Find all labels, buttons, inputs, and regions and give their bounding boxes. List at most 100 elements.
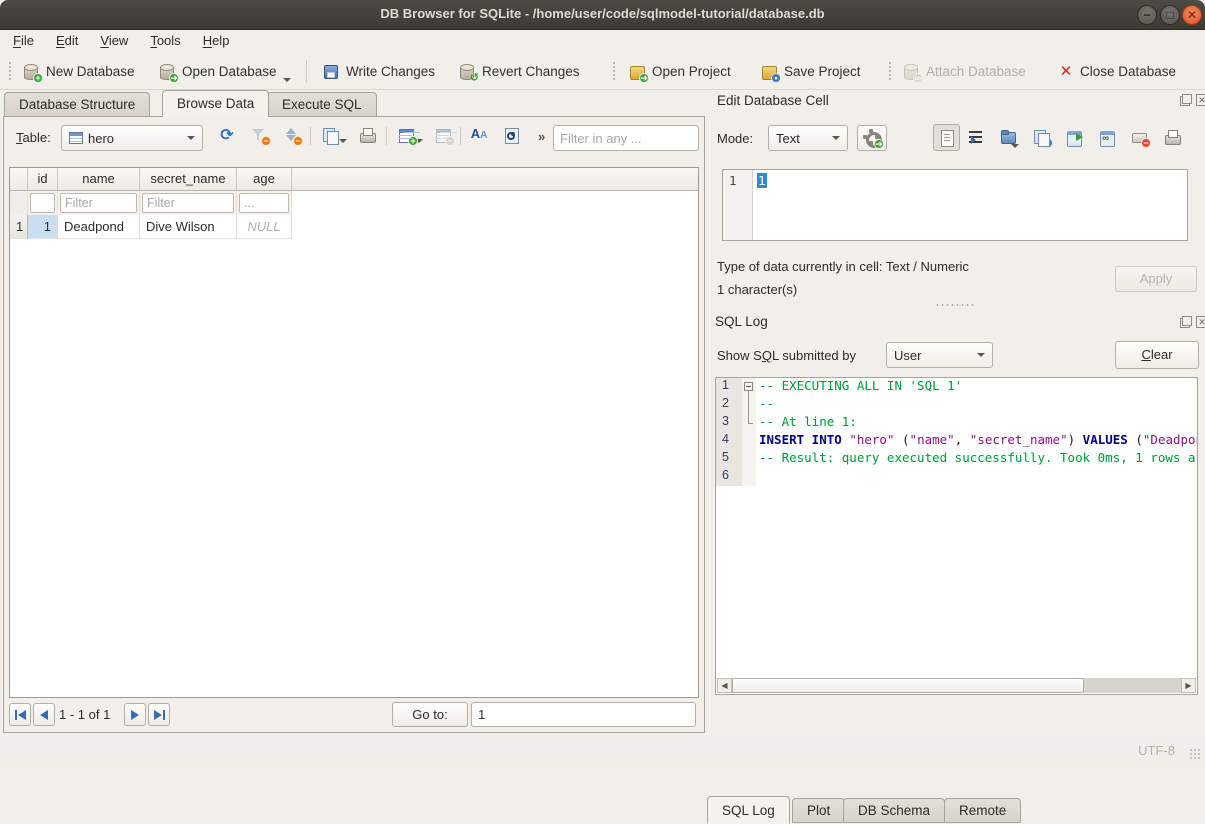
tab-execute-sql[interactable]: Execute SQL xyxy=(267,92,377,116)
dock-splitter-handle[interactable] xyxy=(935,303,975,307)
print-cell-button[interactable] xyxy=(1163,128,1181,149)
row-number[interactable]: 1 xyxy=(10,215,28,239)
filter-input-name[interactable] xyxy=(60,193,137,213)
word-wrap-icon xyxy=(967,128,985,146)
revert-changes-button[interactable]: ↺ Revert Changes xyxy=(452,57,586,86)
maximize-button[interactable]: □ xyxy=(1160,5,1180,25)
goto-input[interactable] xyxy=(471,702,696,727)
find-in-table-button[interactable] xyxy=(498,122,524,148)
clear-sorting-button[interactable]: − xyxy=(278,122,304,148)
clear-log-button[interactable]: Clear xyxy=(1115,341,1199,369)
encoding-label[interactable]: UTF-8 xyxy=(1138,743,1175,758)
filter-input-secret-name[interactable] xyxy=(142,193,234,213)
import-from-file-button[interactable] xyxy=(999,128,1017,149)
table-row: 1 1 Deadpond Dive Wilson NULL xyxy=(10,215,698,239)
data-grid: id name secret_name age 1 1 Deadpond Div… xyxy=(9,167,699,698)
toolbar-drag-handle[interactable] xyxy=(888,61,893,82)
open-database-button[interactable]: ➜ Open Database xyxy=(152,57,297,86)
dock-close-icon[interactable]: ✕ xyxy=(1196,94,1205,106)
delete-record-button: − xyxy=(430,122,456,148)
attach-database-button: ∞ Attach Database xyxy=(896,57,1032,86)
save-as-icon: ▪ xyxy=(1032,128,1050,146)
chevron-down-icon xyxy=(187,136,195,140)
previous-record-button[interactable] xyxy=(33,703,55,726)
auto-switch-mode-button[interactable]: ➜ xyxy=(857,125,887,151)
dock-tab-db-schema[interactable]: DB Schema xyxy=(843,798,945,823)
filter-input-id[interactable] xyxy=(30,193,55,213)
save-table-view-button[interactable] xyxy=(318,122,350,148)
dock-tab-sql-log[interactable]: SQL Log xyxy=(707,796,790,824)
table-select[interactable]: hero xyxy=(61,125,203,151)
cell-age[interactable]: NULL xyxy=(237,215,292,239)
fold-collapse-icon[interactable] xyxy=(744,382,753,391)
grid-filter-row xyxy=(10,191,698,215)
horizontal-scrollbar[interactable]: ◀ ▶ xyxy=(717,678,1196,693)
text-mode-toggle[interactable] xyxy=(933,124,960,151)
refresh-button[interactable]: ⟳ xyxy=(214,122,240,148)
last-record-button[interactable] xyxy=(148,703,170,726)
save-project-button[interactable]: ▪ Save Project xyxy=(754,57,867,86)
menu-edit[interactable]: Edit xyxy=(45,31,89,52)
browse-data-page: Table: hero ⟳ − − + − AA » id name secre… xyxy=(3,116,705,733)
menu-file[interactable]: File xyxy=(2,31,45,52)
close-database-button[interactable]: ✕ Close Database xyxy=(1052,57,1182,86)
dock-float-icon[interactable] xyxy=(1180,316,1192,328)
column-header-name[interactable]: name xyxy=(58,168,140,191)
column-header-secret-name[interactable]: secret_name xyxy=(140,168,237,191)
resize-grip[interactable] xyxy=(1189,748,1201,760)
goto-button[interactable]: Go to: xyxy=(392,702,468,727)
toolbar-overflow-chevron[interactable]: » xyxy=(538,129,545,144)
tab-database-structure[interactable]: Database Structure xyxy=(4,92,150,116)
dock-close-icon[interactable]: ✕ xyxy=(1196,316,1205,328)
tab-browse-data[interactable]: Browse Data xyxy=(162,90,269,117)
column-header-id[interactable]: id xyxy=(28,168,58,191)
new-database-button[interactable]: + New Database xyxy=(16,57,141,86)
scroll-right-arrow[interactable]: ▶ xyxy=(1181,678,1196,693)
cell-editor[interactable]: 1 1 xyxy=(722,169,1188,241)
close-database-icon: ✕ xyxy=(1058,63,1074,81)
column-header-age[interactable]: age xyxy=(237,168,292,191)
menu-tools[interactable]: Tools xyxy=(139,31,191,52)
next-record-button[interactable] xyxy=(124,703,146,726)
dock-tab-plot[interactable]: Plot xyxy=(792,798,845,823)
filter-input-age[interactable] xyxy=(239,193,289,213)
dock-float-icon[interactable] xyxy=(1180,94,1192,106)
sql-log-line: 2-- xyxy=(716,396,1197,414)
copy-as-link-button[interactable] xyxy=(1098,128,1116,149)
dock-tab-remote[interactable]: Remote xyxy=(944,798,1021,823)
cell-secret-name[interactable]: Dive Wilson xyxy=(140,215,237,239)
toolbar-drag-handle[interactable] xyxy=(8,61,13,82)
minimize-button[interactable]: − xyxy=(1137,5,1157,25)
set-null-button[interactable]: − xyxy=(1130,128,1148,149)
cell-name[interactable]: Deadpond xyxy=(58,215,140,239)
open-in-external-app-button[interactable] xyxy=(1065,128,1083,149)
menu-view[interactable]: View xyxy=(89,31,139,52)
menu-help[interactable]: Help xyxy=(192,31,241,52)
close-button[interactable]: ✕ xyxy=(1182,5,1202,25)
insert-record-button[interactable]: + xyxy=(394,122,426,148)
filter-any-column-input[interactable] xyxy=(553,125,699,151)
cell-id[interactable]: 1 xyxy=(28,215,58,239)
write-changes-button[interactable]: Write Changes xyxy=(316,57,441,86)
clear-filters-button[interactable]: − xyxy=(246,122,272,148)
revert-changes-icon: ↺ xyxy=(458,63,476,81)
scroll-left-arrow[interactable]: ◀ xyxy=(717,678,732,693)
print-table-button[interactable] xyxy=(354,122,380,148)
write-changes-icon xyxy=(322,63,340,81)
previous-icon xyxy=(40,710,48,720)
edit-display-format-button[interactable]: AA xyxy=(466,122,492,148)
sql-log-view[interactable]: 1-- EXECUTING ALL IN 'SQL 1'2--3-- At li… xyxy=(715,377,1198,695)
chevron-down-icon xyxy=(977,353,985,357)
insert-record-icon: + xyxy=(397,126,415,144)
goto-input-wrap xyxy=(471,702,696,727)
show-sql-select[interactable]: User xyxy=(886,342,993,368)
export-to-file-button[interactable]: ▪ xyxy=(1032,128,1050,149)
external-window-icon xyxy=(1065,128,1083,146)
scrollbar-thumb[interactable] xyxy=(732,678,1084,693)
open-project-button[interactable]: ➜ Open Project xyxy=(622,57,737,86)
first-record-button[interactable] xyxy=(9,703,31,726)
open-database-dropdown-arrow[interactable] xyxy=(283,78,291,82)
toolbar-drag-handle[interactable] xyxy=(612,61,617,82)
mode-select[interactable]: Text xyxy=(768,125,848,151)
word-wrap-button[interactable] xyxy=(967,128,985,149)
